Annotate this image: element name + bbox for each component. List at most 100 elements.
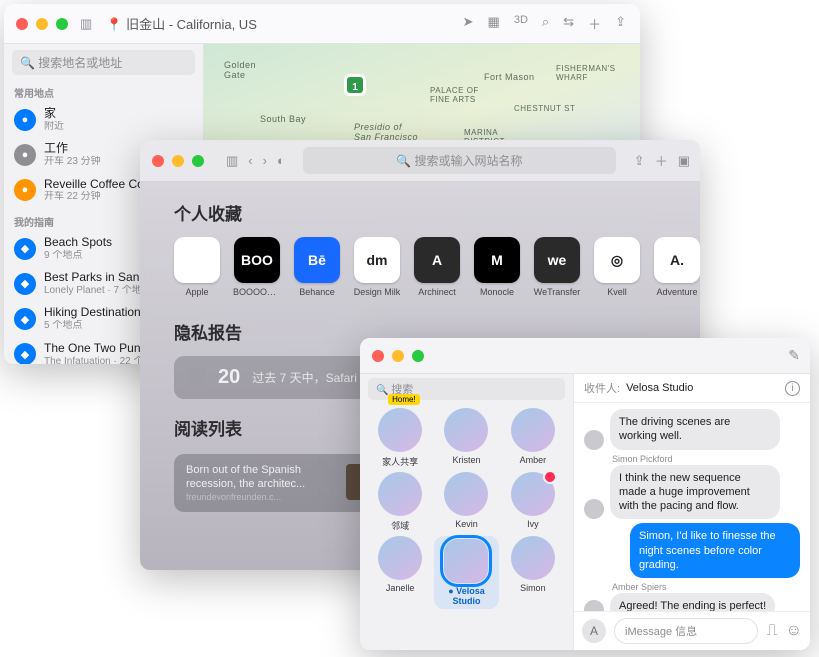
maps-title: 📍 旧金山 - California, US — [102, 14, 448, 33]
zoom-icon[interactable] — [192, 155, 204, 167]
message-bubble[interactable]: Agreed! The ending is perfect! — [610, 593, 775, 611]
sidebar-item-sub: 开车 23 分钟 — [44, 156, 101, 168]
minimize-icon[interactable] — [172, 155, 184, 167]
contact-pin[interactable]: Amber — [501, 408, 565, 468]
zoom-icon[interactable] — [56, 18, 68, 30]
forward-icon[interactable]: › — [263, 153, 267, 168]
sidebar-item-title: Reveille Coffee Co. — [44, 178, 147, 192]
guide-icon: ◆ — [14, 308, 36, 330]
favorite-icon: A — [414, 237, 460, 283]
highway-shield-icon: 1 — [344, 74, 366, 96]
sidebar-item-sub: 9 个地点 — [44, 250, 112, 262]
contact-pin[interactable]: Home! 家人共享 — [368, 408, 432, 468]
locate-icon[interactable]: ➤ — [463, 14, 474, 33]
back-icon[interactable]: ‹ — [248, 153, 252, 168]
info-icon[interactable]: i — [785, 381, 800, 396]
home-icon: ● — [14, 109, 36, 131]
to-name: Velosa Studio — [626, 382, 693, 394]
sender-label: Amber Spiers — [612, 582, 800, 592]
sidebar-item-title: Beach Spots — [44, 236, 112, 250]
favorite-icon: Bē — [294, 237, 340, 283]
emoji-icon[interactable]: ☺ — [786, 622, 802, 640]
favorite-site[interactable]: BOO BOOOOOOOM — [234, 237, 280, 297]
share-icon[interactable]: ⇪ — [634, 153, 645, 169]
window-controls[interactable] — [4, 8, 80, 40]
contact-pin[interactable]: Janelle — [368, 536, 432, 609]
zoom-icon[interactable] — [412, 350, 424, 362]
heart-badge-icon — [543, 470, 557, 484]
contact-pin[interactable]: ● Velosa Studio — [434, 536, 498, 609]
audio-icon[interactable]: ⎍ — [766, 622, 777, 640]
sidebar-icon[interactable]: ▥ — [226, 153, 238, 169]
favorites-heading: 个人收藏 — [174, 200, 666, 225]
map-mode-icon[interactable]: ▦ — [488, 14, 500, 33]
directions-icon[interactable]: ⇆ — [563, 14, 574, 33]
compose-icon[interactable]: ✎ — [778, 347, 810, 364]
favorite-icon: dm — [354, 237, 400, 283]
add-icon[interactable]: ＋ — [588, 14, 601, 33]
favorite-site[interactable]: ◎ Kvell — [594, 237, 640, 297]
favorite-label: Monocle — [473, 287, 521, 297]
favorite-site[interactable]: Bē Behance — [294, 237, 340, 297]
avatar — [511, 408, 555, 452]
close-icon[interactable] — [372, 350, 384, 362]
favorite-site[interactable]: A. Adventure — [654, 237, 700, 297]
message-row: I think the new sequence made a huge imp… — [584, 465, 800, 520]
contact-pin[interactable]: Ivy — [501, 472, 565, 532]
message-row: Simon, I'd like to finesse the night sce… — [584, 523, 800, 578]
contact-name: Ivy — [527, 519, 539, 529]
contact-pin[interactable]: Kevin — [434, 472, 498, 532]
app-store-icon[interactable]: A — [582, 619, 606, 643]
favorite-site[interactable]: we WeTransfer — [534, 237, 580, 297]
new-tab-icon[interactable]: ＋ — [655, 151, 668, 170]
conversation-list: 搜索 Home! 家人共享 Kristen Amber 邻域 Kevin Ivy… — [360, 374, 574, 650]
window-controls[interactable] — [140, 145, 216, 177]
sender-label: Simon Pickford — [612, 454, 800, 464]
close-icon[interactable] — [152, 155, 164, 167]
avatar — [444, 472, 488, 516]
avatar — [378, 536, 422, 580]
sidebar-item-sub: 5 个地点 — [44, 320, 147, 332]
favorite-site[interactable]: Apple — [174, 237, 220, 297]
3d-icon[interactable]: 3D — [514, 14, 528, 33]
sidebar-item-sub: 开车 22 分钟 — [44, 191, 147, 203]
minimize-icon[interactable] — [36, 18, 48, 30]
sidebar-toggle-icon[interactable]: ▥ — [80, 16, 102, 32]
tooltip: Home! — [388, 394, 420, 405]
tabs-icon[interactable]: ▣ — [678, 153, 690, 169]
contact-pin[interactable]: Simon — [501, 536, 565, 609]
window-controls[interactable] — [360, 340, 436, 372]
favorite-label: Behance — [293, 287, 341, 297]
contact-pin[interactable]: 邻域 — [368, 472, 432, 532]
reading-headline: Born out of the Spanish recession, the a… — [186, 464, 338, 492]
contact-name: Amber — [520, 455, 547, 465]
favorite-site[interactable]: dm Design Milk — [354, 237, 400, 297]
contact-name: 家人共享 — [382, 455, 418, 468]
sidebar-item-title: 工作 — [44, 142, 101, 156]
close-icon[interactable] — [16, 18, 28, 30]
favorite-site[interactable]: A Archinect — [414, 237, 460, 297]
share-icon[interactable]: ⇪ — [615, 14, 626, 33]
favorite-icon: we — [534, 237, 580, 283]
message-input[interactable]: iMessage 信息 — [614, 618, 758, 644]
url-input[interactable]: 🔍 搜索或输入网站名称 — [303, 147, 616, 174]
contact-name: 邻域 — [391, 519, 409, 532]
lookaround-icon[interactable]: ⌕ — [542, 14, 549, 33]
favorite-icon: ◎ — [594, 237, 640, 283]
sidebar-item[interactable]: ● 家 附近 — [4, 102, 203, 137]
reader-icon[interactable]: ◐ — [277, 153, 285, 168]
message-bubble[interactable]: I think the new sequence made a huge imp… — [610, 465, 780, 520]
minimize-icon[interactable] — [392, 350, 404, 362]
sidebar-item-title: 家 — [44, 107, 64, 121]
safari-toolbar: ▥ ‹ › ◐ 🔍 搜索或输入网站名称 ⇪ ＋ ▣ — [140, 140, 700, 182]
sidebar-item-title: Hiking Destinations — [44, 306, 147, 320]
favorite-icon: M — [474, 237, 520, 283]
message-bubble[interactable]: Simon, I'd like to finesse the night sce… — [630, 523, 800, 578]
contact-name: Janelle — [386, 583, 415, 593]
avatar — [444, 539, 488, 583]
maps-search-input[interactable]: 🔍 搜索地名或地址 — [12, 50, 195, 75]
contact-pin[interactable]: Kristen — [434, 408, 498, 468]
message-bubble[interactable]: The driving scenes are working well. — [610, 409, 780, 450]
favorite-site[interactable]: M Monocle — [474, 237, 520, 297]
favorite-label: Kvell — [593, 287, 641, 297]
